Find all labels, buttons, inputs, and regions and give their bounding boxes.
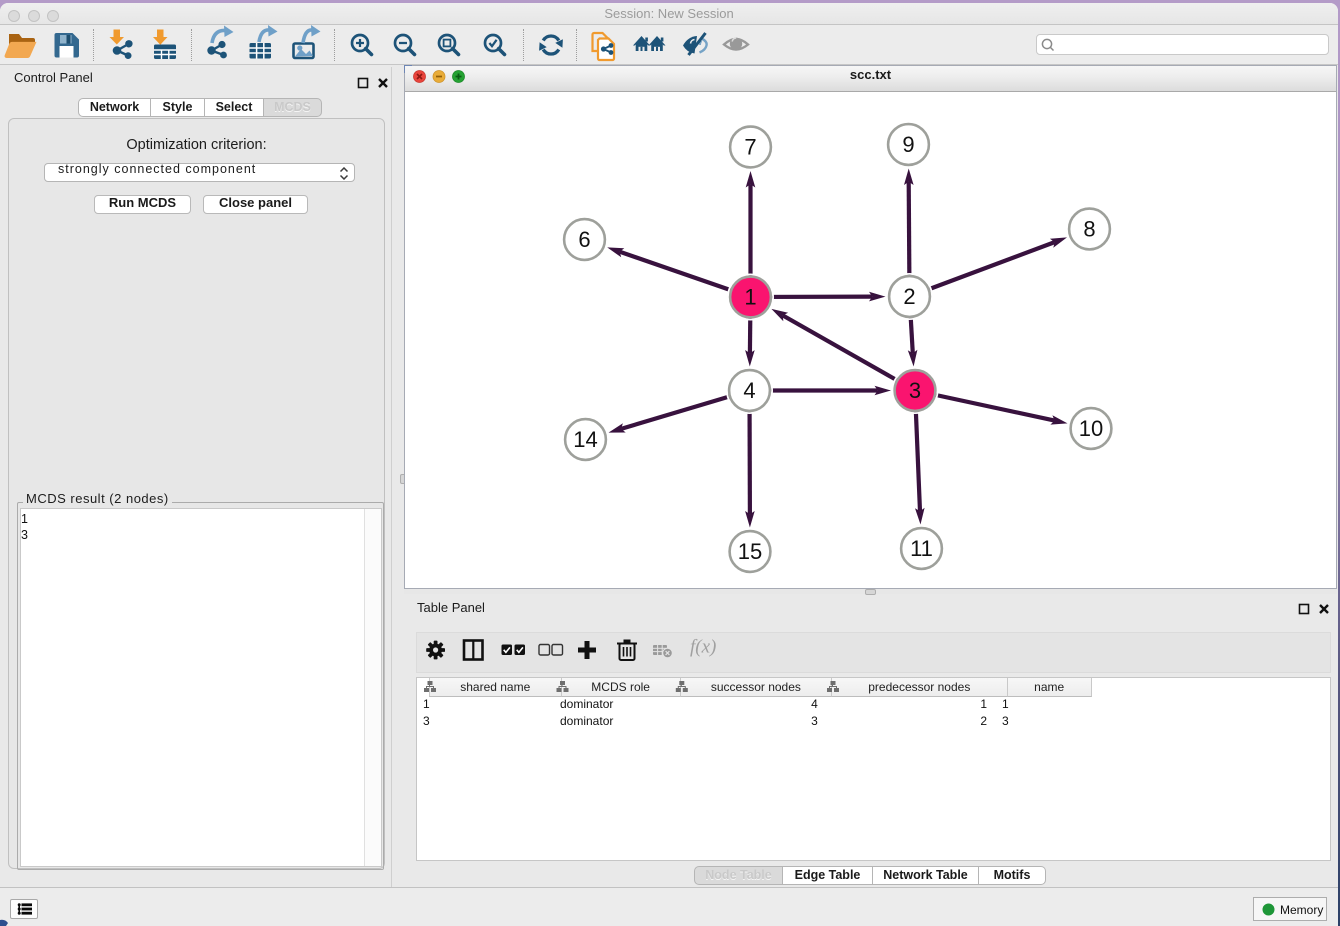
svg-text:15: 15: [738, 539, 762, 564]
svg-text:11: 11: [910, 536, 933, 561]
svg-text:8: 8: [1083, 217, 1095, 242]
svg-text:6: 6: [578, 227, 590, 252]
svg-text:9: 9: [902, 132, 914, 157]
svg-text:10: 10: [1079, 416, 1103, 441]
svg-text:1: 1: [744, 285, 756, 310]
svg-text:7: 7: [744, 135, 756, 160]
svg-text:2: 2: [903, 284, 915, 309]
svg-text:4: 4: [743, 378, 755, 403]
svg-text:14: 14: [573, 427, 597, 452]
svg-text:3: 3: [909, 378, 921, 403]
